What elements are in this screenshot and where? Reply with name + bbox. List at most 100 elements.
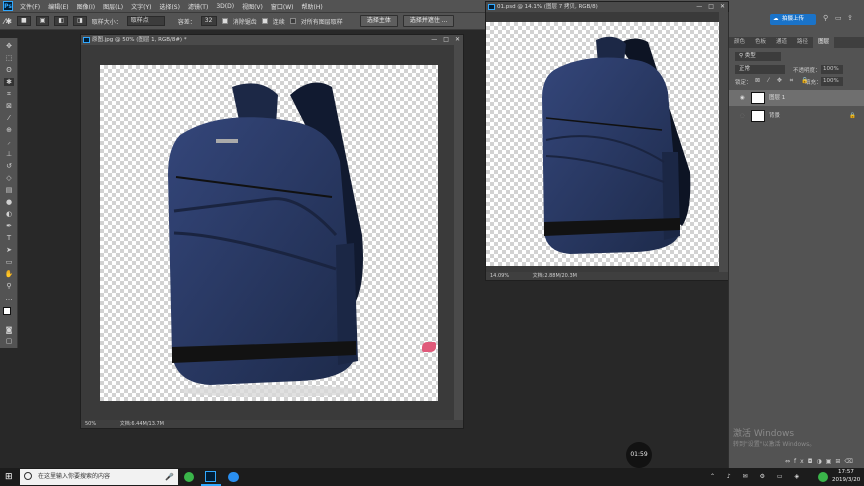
frame-tool-icon[interactable]: ⊠ xyxy=(4,102,14,110)
menu-filter[interactable]: 滤镜(T) xyxy=(184,2,212,11)
screen-mode-icon[interactable]: ▢ xyxy=(4,337,14,345)
vertical-scrollbar[interactable] xyxy=(454,45,463,422)
selection-mode-subtract-icon[interactable]: ◧ xyxy=(54,16,69,26)
document-title-psd[interactable]: 01.psd @ 14.1% (图层 7 拷贝, RGB/8) xyxy=(486,2,728,12)
lock-icons[interactable]: ⊠ ⁄ ✥ ⌗ 🔒 xyxy=(755,77,812,85)
crop-tool-icon[interactable]: ⌗ xyxy=(4,90,14,98)
more-tools-icon[interactable]: … xyxy=(4,294,14,302)
input-method-icon[interactable] xyxy=(818,472,828,482)
clone-stamp-tool-icon[interactable]: ⊥ xyxy=(4,150,14,158)
marquee-tool-icon[interactable]: ⬚ xyxy=(4,54,14,62)
gradient-tool-icon[interactable]: ▤ xyxy=(4,186,14,194)
menu-help[interactable]: 帮助(H) xyxy=(298,2,327,11)
adjustment-icon[interactable]: ◑ xyxy=(816,458,825,465)
windows-start-icon[interactable]: ⊞ xyxy=(5,472,15,482)
share-button[interactable]: ☁ 拍摄上传 xyxy=(770,14,816,25)
layer-row-1[interactable]: ◉ 图层 1 xyxy=(729,90,864,106)
delete-icon[interactable]: ⌫ xyxy=(844,458,856,465)
eye-icon-hidden[interactable]: ◌ xyxy=(740,108,745,124)
fx-icon[interactable]: fx xyxy=(794,458,808,465)
taskbar-date[interactable]: 2019/3/20 xyxy=(832,477,860,483)
maximize-button[interactable]: □ xyxy=(708,3,714,10)
watermark-subtitle: 转到"设置"以激活 Windows。 xyxy=(733,441,816,448)
type-tool-icon[interactable]: T xyxy=(4,234,14,242)
lasso-tool-icon[interactable]: ʘ xyxy=(4,66,14,74)
healing-brush-tool-icon[interactable]: ⊕ xyxy=(4,126,14,134)
select-and-mask-button[interactable]: 选择并遮住 ... xyxy=(402,15,455,27)
document-title-original[interactable]: 原图.jpg @ 50% (图层 1, RGB/8#) * xyxy=(81,35,463,45)
magic-wand-tool-icon[interactable]: ✱ xyxy=(4,78,14,86)
antialias-checkbox[interactable] xyxy=(221,18,228,24)
move-tool-icon[interactable]: ✥ xyxy=(4,42,14,50)
taskbar-search-box[interactable]: 在这里输入你要搜索的内容 🎤 xyxy=(20,469,178,485)
microphone-icon[interactable]: 🎤 xyxy=(165,469,174,485)
zoom-readout[interactable]: 50% xyxy=(85,421,96,427)
eraser-tool-icon[interactable]: ◇ xyxy=(4,174,14,182)
zoom-tool-icon[interactable]: ⚲ xyxy=(4,282,14,290)
brush-tool-icon[interactable]: ⸝ xyxy=(4,138,14,146)
doc-size-readout[interactable]: 文档:2.88M/20.3M xyxy=(533,273,577,279)
contiguous-checkbox[interactable] xyxy=(261,18,268,24)
menu-layer[interactable]: 图层(L) xyxy=(99,2,127,11)
foreground-color-swatch[interactable] xyxy=(3,307,11,315)
menu-select[interactable]: 选择(S) xyxy=(155,2,184,11)
tab-channels[interactable]: 通道 xyxy=(771,37,792,48)
search-icon[interactable]: ⚲ xyxy=(823,14,828,22)
select-subject-button[interactable]: 选择主体 xyxy=(359,15,398,27)
selection-mode-intersect-icon[interactable]: ◨ xyxy=(73,16,87,26)
doc-size-readout[interactable]: 文档:6.44M/13.7M xyxy=(120,421,164,427)
menu-3d[interactable]: 3D(D) xyxy=(212,3,238,10)
baidu-netdisk-app-icon[interactable] xyxy=(228,472,239,482)
photoshop-app-icon[interactable] xyxy=(205,471,216,482)
layer-kind-value: 类型 xyxy=(744,53,756,59)
menu-view[interactable]: 视图(V) xyxy=(238,2,267,11)
dodge-tool-icon[interactable]: ◐ xyxy=(4,210,14,218)
blend-mode-select[interactable]: 正常 xyxy=(735,65,785,74)
tab-layers[interactable]: 图层 xyxy=(813,37,835,48)
menu-window[interactable]: 窗口(W) xyxy=(267,2,298,11)
menu-image[interactable]: 图像(I) xyxy=(73,2,99,11)
vertical-scrollbar[interactable] xyxy=(719,12,728,272)
eye-icon[interactable]: ◉ xyxy=(740,90,745,106)
maximize-button[interactable]: □ xyxy=(443,36,449,43)
close-button[interactable]: ✕ xyxy=(455,36,460,43)
group-icon[interactable]: ▣ xyxy=(826,458,836,465)
hand-tool-icon[interactable]: ✋ xyxy=(4,270,14,278)
selection-mode-new-icon[interactable]: ■ xyxy=(17,16,31,26)
zoom-readout[interactable]: 14.09% xyxy=(490,273,509,279)
layer-row-background[interactable]: ◌ 背景 🔒 xyxy=(729,108,864,124)
canvas-area[interactable] xyxy=(486,12,721,272)
fill-input[interactable]: 100% xyxy=(821,77,843,86)
minimize-button[interactable]: — xyxy=(696,3,702,10)
taskbar-time[interactable]: 17:57 xyxy=(838,469,854,475)
path-selection-tool-icon[interactable]: ➤ xyxy=(4,246,14,254)
system-tray-icons[interactable]: ⌃ ♪ ✉ ⚙ ▭ ◈ xyxy=(710,470,804,484)
close-button[interactable]: ✕ xyxy=(720,3,725,10)
tab-paths[interactable]: 路径 xyxy=(792,37,813,48)
minimize-button[interactable]: — xyxy=(431,36,437,43)
layers-footer: ⇔fx◘◑▣⊞⌫ xyxy=(785,458,857,465)
wechat-app-icon[interactable] xyxy=(184,472,194,482)
history-brush-tool-icon[interactable]: ↺ xyxy=(4,162,14,170)
share-icon[interactable]: ⇪ xyxy=(847,14,853,22)
canvas-area[interactable] xyxy=(81,45,456,422)
menu-type[interactable]: 文字(Y) xyxy=(127,2,155,11)
opacity-input[interactable]: 100% xyxy=(821,65,843,74)
link-icon[interactable]: ⇔ xyxy=(785,458,794,465)
workspace-icon[interactable]: ▭ xyxy=(835,14,842,22)
layer-kind-filter[interactable]: ⚲ 类型 xyxy=(735,52,781,61)
rectangle-tool-icon[interactable]: ▭ xyxy=(4,258,14,266)
blur-tool-icon[interactable]: ● xyxy=(4,198,14,206)
menu-file[interactable]: 文件(F) xyxy=(16,2,44,11)
sample-all-layers-checkbox[interactable] xyxy=(289,18,296,24)
pen-tool-icon[interactable]: ✒ xyxy=(4,222,14,230)
selection-mode-add-icon[interactable]: ▣ xyxy=(35,16,50,26)
quick-mask-icon[interactable]: ◙ xyxy=(4,326,14,334)
eyedropper-tool-icon[interactable]: ⁄ xyxy=(4,114,14,122)
tab-color[interactable]: 颜色 xyxy=(729,37,750,48)
tolerance-input[interactable]: 32 xyxy=(200,16,217,26)
sample-size-select[interactable]: 取样点 xyxy=(126,16,165,26)
tab-swatches[interactable]: 色板 xyxy=(750,37,771,48)
menu-edit[interactable]: 编辑(E) xyxy=(44,2,72,11)
magic-wand-tool-icon[interactable]: ⁄✱ xyxy=(4,17,12,26)
